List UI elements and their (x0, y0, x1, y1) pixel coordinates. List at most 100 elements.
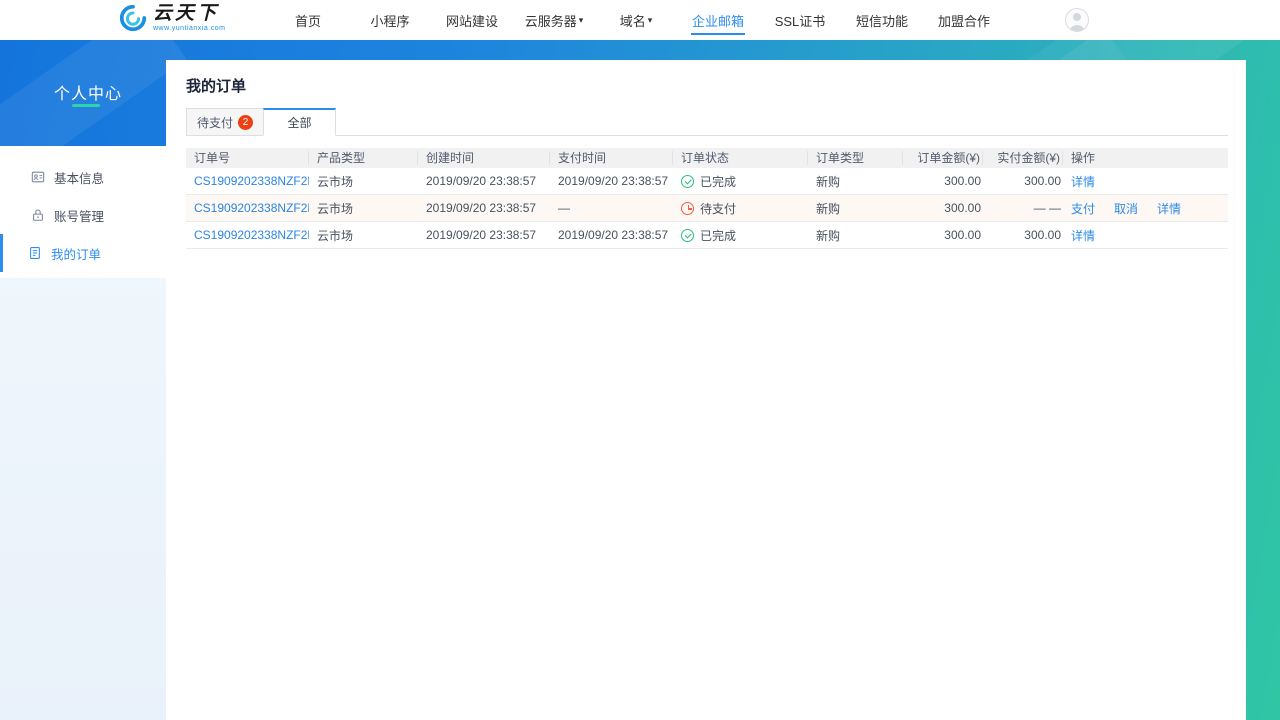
cell-status: 待支付 (673, 200, 808, 217)
check-circle-icon (681, 228, 694, 242)
pending-count-badge: 2 (238, 114, 254, 130)
cell-paid-time: 2019/09/20 23:38:57 (558, 228, 669, 242)
cell-created-time: 2019/09/20 23:38:57 (426, 174, 537, 188)
cell-order-type: 新购 (816, 201, 841, 216)
cell-actions: 详情 (1063, 173, 1228, 190)
nav-label: 小程序 (370, 13, 410, 29)
cell-status: 已完成 (673, 173, 808, 190)
sidebar-item-basic-info[interactable]: 基本信息 (0, 158, 166, 196)
col-header-order-type: 订单类型 (808, 151, 903, 165)
nav-item-partnership[interactable]: 加盟合作 (923, 0, 1005, 40)
page-title: 我的订单 (186, 78, 247, 95)
check-circle-icon (681, 174, 694, 188)
cell-product-type: 云市场 (317, 201, 354, 216)
logo-swirl-icon (119, 4, 147, 32)
cell-paid-time: — (558, 201, 570, 215)
tab-label: 全部 (287, 116, 312, 130)
order-no-link[interactable]: CS1909202338NZF2P (186, 201, 309, 215)
nav-label: 短信功能 (855, 13, 908, 29)
sidebar-item-orders[interactable]: 我的订单 (0, 234, 166, 272)
nav-label: 云服务器 (524, 13, 577, 29)
table-row: CS1909202338NZF2P 云市场 2019/09/20 23:38:5… (186, 168, 1228, 195)
nav-label: 域名 (619, 13, 646, 29)
sidebar: 个人中心 基本信息 账号管理 我的订单 (0, 40, 166, 720)
cell-product-type: 云市场 (317, 228, 354, 243)
nav-label: 企业邮箱 (691, 13, 744, 29)
status-label: 待支付 (700, 201, 737, 216)
nav-label: 网站建设 (445, 13, 498, 29)
col-header-product-type: 产品类型 (309, 151, 418, 165)
cell-paid-amount: 300.00 (1024, 228, 1061, 242)
cell-actions: 支付 取消 详情 (1063, 200, 1228, 217)
cell-created-time: 2019/09/20 23:38:57 (426, 201, 537, 215)
cell-amount: 300.00 (944, 228, 981, 242)
tab-pending-payment[interactable]: 待支付 2 (186, 108, 265, 136)
cell-paid-amount: 300.00 (1024, 174, 1061, 188)
col-header-created-time: 创建时间 (418, 151, 550, 165)
order-no-link[interactable]: CS1909202338NZF2P (186, 228, 309, 242)
main-nav: 首页 小程序 网站建设 云服务器 ▾ 域名 ▾ 企业邮箱 SSL证书 短信功能 加盟… (267, 0, 1005, 40)
cell-amount: 300.00 (944, 174, 981, 188)
table-header: 订单号 产品类型 创建时间 支付时间 订单状态 订单类型 订单金额(¥) 实付金… (186, 148, 1228, 168)
status-label: 已完成 (700, 228, 737, 243)
cancel-link[interactable]: 取消 (1114, 200, 1138, 217)
nav-label: 首页 (294, 13, 321, 29)
order-no-link[interactable]: CS1909202338NZF2P (186, 174, 309, 188)
chevron-down-icon: ▾ (578, 15, 584, 25)
title-underline (72, 104, 100, 107)
status-label: 已完成 (700, 174, 737, 189)
cell-created-time: 2019/09/20 23:38:57 (426, 228, 537, 242)
sidebar-title: 个人中心 (54, 86, 123, 103)
detail-link[interactable]: 详情 (1071, 173, 1095, 190)
user-icon-shoulders (1069, 25, 1085, 31)
nav-label: SSL证书 (774, 13, 826, 29)
nav-item-cloud-server[interactable]: 云服务器 ▾ (513, 0, 595, 40)
nav-item-enterprise-email[interactable]: 企业邮箱 (677, 0, 759, 40)
col-header-status: 订单状态 (673, 151, 808, 165)
logo[interactable]: 云天下 www.yuntianxia.com (118, 3, 225, 33)
col-header-order-no: 订单号 (186, 151, 309, 165)
col-header-amount: 订单金额(¥) (903, 151, 983, 165)
nav-item-home[interactable]: 首页 (267, 0, 349, 40)
clock-icon (681, 201, 694, 215)
sidebar-menu: 基本信息 账号管理 我的订单 (0, 146, 166, 278)
nav-item-domain[interactable]: 域名 ▾ (595, 0, 677, 40)
sidebar-item-label: 账号管理 (54, 209, 105, 224)
logo-title: 云天下 (153, 3, 220, 24)
logo-text: 云天下 www.yuntianxia.com (153, 4, 225, 32)
id-card-icon (31, 171, 45, 183)
tab-all[interactable]: 全部 (263, 108, 337, 136)
nav-label: 加盟合作 (937, 13, 990, 29)
sidebar-item-label: 我的订单 (51, 247, 102, 262)
pay-link[interactable]: 支付 (1071, 200, 1095, 217)
table-row: CS1909202338NZF2P 云市场 2019/09/20 23:38:5… (186, 222, 1228, 249)
cell-status: 已完成 (673, 227, 808, 244)
tab-label: 待支付 (197, 115, 234, 130)
col-header-actions: 操作 (1071, 151, 1096, 165)
logo-subtitle: www.yuntianxia.com (153, 25, 226, 32)
cell-product-type: 云市场 (317, 174, 354, 189)
cell-order-type: 新购 (816, 228, 841, 243)
detail-link[interactable]: 详情 (1071, 227, 1095, 244)
lock-icon (33, 209, 43, 221)
sidebar-body: 基本信息 账号管理 我的订单 (0, 146, 166, 720)
nav-item-mini-program[interactable]: 小程序 (349, 0, 431, 40)
top-navbar: 云天下 www.yuntianxia.com 首页 小程序 网站建设 云服务器 ▾… (0, 0, 1280, 40)
col-header-paid-amount: 实付金额(¥) (983, 151, 1063, 165)
nav-item-ssl-certificate[interactable]: SSL证书 (759, 0, 841, 40)
cell-paid-time: 2019/09/20 23:38:57 (558, 174, 669, 188)
col-header-paid-time: 支付时间 (550, 151, 673, 165)
tabs: 待支付 2 全部 (186, 108, 1228, 136)
document-icon (30, 247, 40, 259)
sidebar-item-account[interactable]: 账号管理 (0, 196, 166, 234)
user-avatar[interactable] (1065, 8, 1089, 32)
detail-link[interactable]: 详情 (1157, 200, 1181, 217)
cell-actions: 详情 (1063, 227, 1228, 244)
user-icon (1073, 13, 1081, 21)
table-row: CS1909202338NZF2P 云市场 2019/09/20 23:38:5… (186, 195, 1228, 222)
sidebar-header: 个人中心 (0, 40, 166, 146)
orders-panel: 我的订单 待支付 2 全部 订单号 产品类型 创建时间 支付时间 订单状态 订单… (166, 60, 1246, 720)
nav-item-sms[interactable]: 短信功能 (841, 0, 923, 40)
nav-item-website-building[interactable]: 网站建设 (431, 0, 513, 40)
cell-amount: 300.00 (944, 201, 981, 215)
